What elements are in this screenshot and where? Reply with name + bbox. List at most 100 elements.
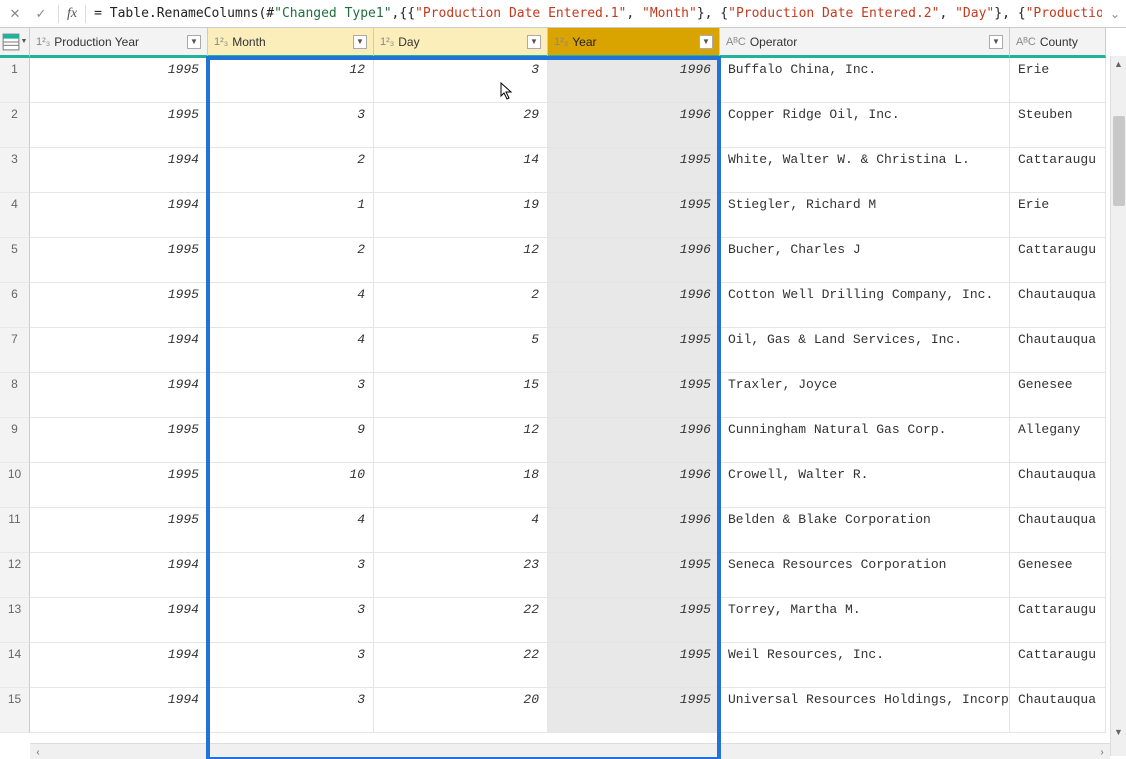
expand-formula-icon[interactable]: ⌄ <box>1110 7 1120 21</box>
table-cell[interactable]: Steuben <box>1010 103 1106 148</box>
table-cell[interactable]: Chautauqua <box>1010 328 1106 373</box>
table-cell[interactable]: 1994 <box>30 148 208 193</box>
formula-input[interactable]: = Table.RenameColumns(#"Changed Type1",{… <box>94 6 1102 21</box>
table-cell[interactable]: Cattaraugu <box>1010 643 1106 688</box>
table-cell[interactable]: Cunningham Natural Gas Corp. <box>720 418 1010 463</box>
table-cell[interactable]: 1995 <box>548 553 720 598</box>
row-number[interactable]: 12 <box>0 553 30 598</box>
table-cell[interactable]: 29 <box>374 103 548 148</box>
table-cell[interactable]: 10 <box>208 463 374 508</box>
table-cell[interactable]: 1995 <box>30 463 208 508</box>
table-cell[interactable]: Cotton Well Drilling Company, Inc. <box>720 283 1010 328</box>
row-number[interactable]: 1 <box>0 58 30 103</box>
table-cell[interactable]: Torrey, Martha M. <box>720 598 1010 643</box>
filter-dropdown-icon[interactable]: ▼ <box>187 35 201 49</box>
table-cell[interactable]: 1995 <box>548 598 720 643</box>
table-cell[interactable]: 14 <box>374 148 548 193</box>
table-cell[interactable]: 1995 <box>30 283 208 328</box>
table-cell[interactable]: 1996 <box>548 463 720 508</box>
table-cell[interactable]: 4 <box>374 508 548 553</box>
table-cell[interactable]: Universal Resources Holdings, Incorp… <box>720 688 1010 733</box>
row-number[interactable]: 7 <box>0 328 30 373</box>
table-cell[interactable]: 1995 <box>548 148 720 193</box>
filter-dropdown-icon[interactable]: ▼ <box>353 35 367 49</box>
table-cell[interactable]: 1996 <box>548 58 720 103</box>
table-cell[interactable]: 1995 <box>30 58 208 103</box>
table-cell[interactable]: 1994 <box>30 553 208 598</box>
table-cell[interactable]: 1995 <box>30 103 208 148</box>
table-cell[interactable]: 4 <box>208 283 374 328</box>
table-cell[interactable]: 1994 <box>30 598 208 643</box>
column-header-production-year[interactable]: 1²₃ Production Year ▼ <box>30 28 208 58</box>
row-number[interactable]: 9 <box>0 418 30 463</box>
table-cell[interactable]: 23 <box>374 553 548 598</box>
table-cell[interactable]: 2 <box>208 238 374 283</box>
row-number[interactable]: 14 <box>0 643 30 688</box>
table-cell[interactable]: 3 <box>374 58 548 103</box>
table-cell[interactable]: 1996 <box>548 508 720 553</box>
table-cell[interactable]: 1996 <box>548 238 720 283</box>
table-cell[interactable]: 12 <box>208 58 374 103</box>
table-cell[interactable]: 1995 <box>548 688 720 733</box>
table-cell[interactable]: 1 <box>208 193 374 238</box>
table-cell[interactable]: 18 <box>374 463 548 508</box>
filter-dropdown-icon[interactable]: ▼ <box>527 35 541 49</box>
row-number[interactable]: 5 <box>0 238 30 283</box>
table-cell[interactable]: 1995 <box>548 373 720 418</box>
accept-formula-icon[interactable]: ✓ <box>32 5 50 23</box>
scroll-right-icon[interactable]: › <box>1094 744 1110 759</box>
table-cell[interactable]: Buffalo China, Inc. <box>720 58 1010 103</box>
table-cell[interactable]: 1996 <box>548 283 720 328</box>
column-header-year[interactable]: 1²₃ Year ▼ <box>548 28 720 58</box>
table-cell[interactable]: 4 <box>208 328 374 373</box>
table-cell[interactable]: Cattaraugu <box>1010 148 1106 193</box>
row-number[interactable]: 2 <box>0 103 30 148</box>
table-cell[interactable]: Chautauqua <box>1010 463 1106 508</box>
row-number[interactable]: 13 <box>0 598 30 643</box>
table-cell[interactable]: Oil, Gas & Land Services, Inc. <box>720 328 1010 373</box>
table-cell[interactable]: Cattaraugu <box>1010 238 1106 283</box>
table-cell[interactable]: 1995 <box>548 328 720 373</box>
table-cell[interactable]: 22 <box>374 598 548 643</box>
table-cell[interactable]: Erie <box>1010 193 1106 238</box>
table-cell[interactable]: 3 <box>208 553 374 598</box>
table-cell[interactable]: 19 <box>374 193 548 238</box>
scroll-down-icon[interactable]: ▼ <box>1111 724 1126 740</box>
column-header-operator[interactable]: AᴮC Operator ▼ <box>720 28 1010 58</box>
table-cell[interactable]: 1995 <box>30 238 208 283</box>
scroll-thumb[interactable] <box>1113 116 1125 206</box>
table-cell[interactable]: 4 <box>208 508 374 553</box>
table-cell[interactable]: Copper Ridge Oil, Inc. <box>720 103 1010 148</box>
column-header-county[interactable]: AᴮC County <box>1010 28 1106 58</box>
table-cell[interactable]: 1996 <box>548 103 720 148</box>
table-cell[interactable]: Weil Resources, Inc. <box>720 643 1010 688</box>
table-cell[interactable]: 3 <box>208 598 374 643</box>
row-number[interactable]: 15 <box>0 688 30 733</box>
table-cell[interactable]: 5 <box>374 328 548 373</box>
table-cell[interactable]: White, Walter W. & Christina L. <box>720 148 1010 193</box>
filter-dropdown-icon[interactable]: ▼ <box>699 35 713 49</box>
table-cell[interactable]: Genesee <box>1010 553 1106 598</box>
table-cell[interactable]: Chautauqua <box>1010 283 1106 328</box>
table-cell[interactable]: Genesee <box>1010 373 1106 418</box>
row-number[interactable]: 8 <box>0 373 30 418</box>
table-cell[interactable]: 15 <box>374 373 548 418</box>
fx-icon[interactable]: fx <box>67 6 77 22</box>
scroll-left-icon[interactable]: ‹ <box>30 744 46 759</box>
table-cell[interactable]: 1994 <box>30 688 208 733</box>
table-cell[interactable]: 2 <box>208 148 374 193</box>
row-number[interactable]: 6 <box>0 283 30 328</box>
table-menu-button[interactable]: ▼ <box>0 28 30 58</box>
table-cell[interactable]: 20 <box>374 688 548 733</box>
row-number[interactable]: 11 <box>0 508 30 553</box>
table-cell[interactable]: Bucher, Charles J <box>720 238 1010 283</box>
table-cell[interactable]: Stiegler, Richard M <box>720 193 1010 238</box>
table-cell[interactable]: Chautauqua <box>1010 688 1106 733</box>
table-cell[interactable]: 1995 <box>30 418 208 463</box>
table-cell[interactable]: 1994 <box>30 373 208 418</box>
table-cell[interactable]: Crowell, Walter R. <box>720 463 1010 508</box>
table-cell[interactable]: 3 <box>208 373 374 418</box>
scroll-up-icon[interactable]: ▲ <box>1111 56 1126 72</box>
table-cell[interactable]: Traxler, Joyce <box>720 373 1010 418</box>
table-cell[interactable]: 12 <box>374 418 548 463</box>
